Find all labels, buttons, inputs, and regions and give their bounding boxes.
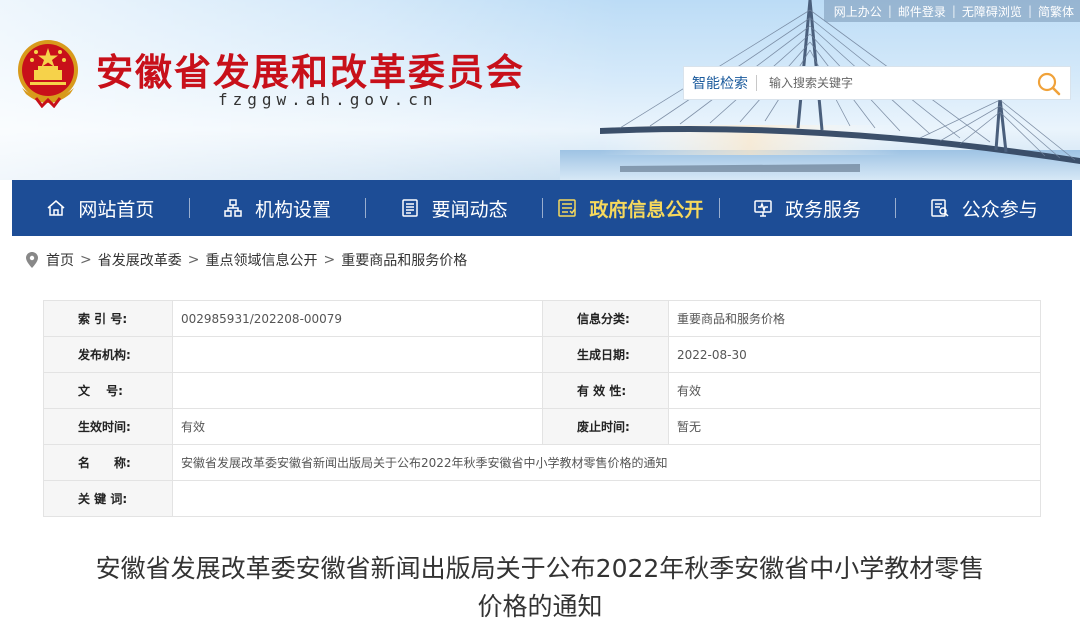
nav-label: 机构设置 bbox=[255, 198, 332, 221]
name-label: 名 称: bbox=[43, 444, 173, 481]
nav-public-participation[interactable]: 公众参与 bbox=[895, 180, 1072, 236]
document-info-table: 索 引 号: 002985931/202208-00079 信息分类: 重要商品… bbox=[43, 300, 1041, 517]
nav-news[interactable]: 要闻动态 bbox=[365, 180, 542, 236]
breadcrumb-home[interactable]: 首页 bbox=[46, 250, 74, 270]
table-row: 文 号: 有 效 性: 有效 bbox=[43, 372, 1041, 409]
breadcrumb-separator: > bbox=[187, 252, 200, 268]
nav-organization[interactable]: 机构设置 bbox=[188, 180, 366, 236]
index-value: 002985931/202208-00079 bbox=[172, 300, 543, 337]
nav-home[interactable]: 网站首页 bbox=[12, 180, 189, 236]
effective-time-label: 生效时间: bbox=[43, 408, 173, 445]
nav-label: 政务服务 bbox=[785, 198, 862, 221]
main-nav: 网站首页 机构设置 要闻动态 政府信息公开 政务服务 公众参与 bbox=[12, 180, 1072, 236]
location-pin-icon bbox=[26, 252, 38, 268]
monitor-icon bbox=[754, 200, 772, 217]
table-row: 发布机构: 生成日期: 2022-08-30 bbox=[43, 336, 1041, 373]
category-label: 信息分类: bbox=[542, 300, 669, 337]
separator: | bbox=[887, 4, 892, 18]
search-icon[interactable] bbox=[1036, 71, 1062, 97]
accessibility-link[interactable]: 无障碍浏览 bbox=[962, 3, 1022, 20]
created-date-value: 2022-08-30 bbox=[668, 336, 1041, 373]
online-office-link[interactable]: 网上办公 bbox=[834, 3, 882, 20]
article-title-line-1: 安徽省发展改革委安徽省新闻出版局关于公布2022年秋季安徽省中小学教材零售 bbox=[95, 554, 985, 583]
table-row: 关 键 词: bbox=[43, 480, 1041, 517]
doc-number-value bbox=[172, 372, 543, 409]
nav-label: 政府信息公开 bbox=[589, 198, 704, 221]
simplified-traditional-link[interactable]: 简繁体 bbox=[1038, 3, 1074, 20]
name-value: 安徽省发展改革委安徽省新闻出版局关于公布2022年秋季安徽省中小学教材零售价格的… bbox=[172, 444, 1041, 481]
nav-info-disclosure[interactable]: 政府信息公开 bbox=[542, 180, 719, 236]
site-domain: fzggw.ah.gov.cn bbox=[218, 90, 438, 109]
breadcrumb-separator: > bbox=[80, 252, 92, 268]
participation-icon bbox=[930, 199, 949, 217]
site-title[interactable]: 安徽省发展和改革委员会 bbox=[96, 42, 525, 96]
search-input[interactable] bbox=[767, 68, 1011, 98]
created-date-label: 生成日期: bbox=[542, 336, 669, 373]
search-divider bbox=[756, 75, 757, 91]
site-header: 安徽省发展和改革委员会 fzggw.ah.gov.cn 网上办公 | 邮件登录 … bbox=[0, 0, 1080, 180]
email-login-link[interactable]: 邮件登录 bbox=[898, 3, 946, 20]
separator: | bbox=[951, 4, 956, 18]
breadcrumb-current[interactable]: 重要商品和服务价格 bbox=[341, 250, 467, 270]
info-disclosure-icon bbox=[558, 199, 577, 217]
breadcrumb-key-areas[interactable]: 重点领域信息公开 bbox=[205, 250, 317, 270]
validity-label: 有 效 性: bbox=[542, 372, 669, 409]
table-row: 索 引 号: 002985931/202208-00079 信息分类: 重要商品… bbox=[43, 300, 1041, 337]
national-emblem-logo bbox=[18, 40, 78, 108]
smart-search-label[interactable]: 智能检索 bbox=[684, 73, 748, 93]
org-chart-icon bbox=[224, 199, 242, 217]
separator: | bbox=[1027, 4, 1032, 18]
top-utility-links: 网上办公 | 邮件登录 | 无障碍浏览 | 简繁体 bbox=[823, 0, 1080, 22]
validity-value: 有效 bbox=[668, 372, 1041, 409]
news-icon bbox=[401, 199, 418, 217]
publisher-value bbox=[172, 336, 543, 373]
category-value: 重要商品和服务价格 bbox=[668, 300, 1041, 337]
publisher-label: 发布机构: bbox=[43, 336, 173, 373]
expire-time-value: 暂无 bbox=[668, 408, 1041, 445]
table-row: 生效时间: 有效 废止时间: 暂无 bbox=[43, 408, 1041, 445]
nav-label: 要闻动态 bbox=[431, 198, 508, 221]
table-row: 名 称: 安徽省发展改革委安徽省新闻出版局关于公布2022年秋季安徽省中小学教材… bbox=[43, 444, 1041, 481]
breadcrumb-separator: > bbox=[323, 252, 336, 268]
article-title-line-2: 价格的通知 bbox=[477, 592, 603, 621]
keywords-label: 关 键 词: bbox=[43, 480, 173, 517]
nav-government-services[interactable]: 政务服务 bbox=[718, 180, 896, 236]
keywords-value bbox=[172, 480, 1041, 517]
index-label: 索 引 号: bbox=[43, 300, 173, 337]
home-icon bbox=[47, 200, 65, 216]
nav-label: 网站首页 bbox=[78, 198, 155, 221]
search-bar: 智能检索 bbox=[683, 66, 1071, 100]
breadcrumb: 首页 > 省发展改革委 > 重点领域信息公开 > 重要商品和服务价格 bbox=[26, 250, 467, 270]
doc-number-label: 文 号: bbox=[43, 372, 173, 409]
breadcrumb-ndrc[interactable]: 省发展改革委 bbox=[98, 250, 182, 270]
article-title: 安徽省发展改革委安徽省新闻出版局关于公布2022年秋季安徽省中小学教材零售 价格… bbox=[60, 550, 1020, 626]
expire-time-label: 废止时间: bbox=[542, 408, 669, 445]
nav-label: 公众参与 bbox=[961, 198, 1038, 221]
effective-time-value: 有效 bbox=[172, 408, 543, 445]
